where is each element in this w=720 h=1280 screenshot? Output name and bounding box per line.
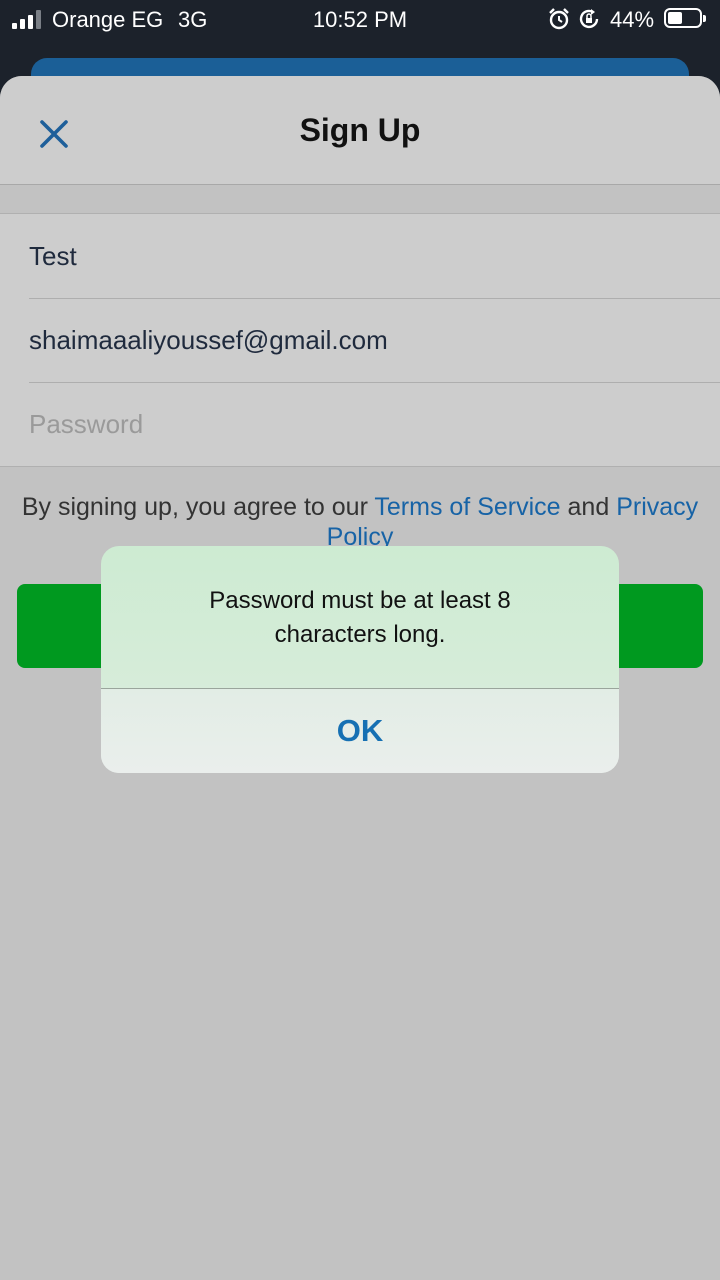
terms-middle: and <box>560 493 617 521</box>
alert-message-line1: Password must be at least 8 <box>209 587 511 614</box>
navigation-bar: Sign Up <box>0 76 720 185</box>
name-input[interactable] <box>29 214 689 298</box>
terms-text: By signing up, you agree to our Terms of… <box>20 492 700 552</box>
battery-percent: 44% <box>610 7 655 32</box>
email-field[interactable] <box>29 298 720 383</box>
terms-of-service-link[interactable]: Terms of Service <box>374 493 560 521</box>
alert-dialog: Password must be at least 8 characters l… <box>101 546 619 773</box>
ok-button[interactable]: OK <box>101 689 619 773</box>
rotation-lock-icon <box>579 9 599 29</box>
battery-icon <box>664 8 706 28</box>
status-bar: Orange EG 3G 10:52 PM 44% <box>0 0 720 40</box>
alarm-icon <box>549 8 569 30</box>
alert-message: Password must be at least 8 characters l… <box>121 584 599 652</box>
email-input[interactable] <box>29 298 689 382</box>
page-title: Sign Up <box>299 112 421 148</box>
terms-prefix: By signing up, you agree to our <box>21 493 375 521</box>
password-input[interactable] <box>29 382 689 466</box>
signup-form <box>0 213 720 467</box>
alert-message-line2: characters long. <box>274 621 446 648</box>
password-field[interactable] <box>29 382 720 466</box>
name-field[interactable] <box>29 214 720 299</box>
